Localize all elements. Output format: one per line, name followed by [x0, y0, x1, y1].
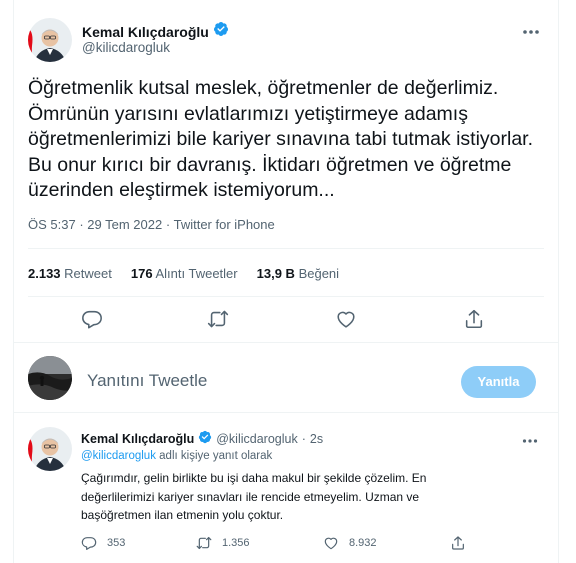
- reply-button[interactable]: Yanıtla: [461, 366, 536, 398]
- reply-age[interactable]: 2s: [310, 432, 323, 446]
- retweet-icon[interactable]: [207, 308, 229, 330]
- divider: [28, 296, 544, 297]
- author-name[interactable]: Kemal Kılıçdaroğlu: [82, 24, 209, 40]
- meta-separator: ·: [79, 217, 84, 232]
- like-label: Beğeni: [298, 266, 340, 281]
- reply-share-action[interactable]: [450, 535, 476, 551]
- author-avatar[interactable]: [28, 18, 72, 62]
- reply-retweet-count: 1.356: [222, 537, 250, 549]
- reply-author-row: Kemal Kılıçdaroğlu @kilicdarogluk · 2s: [81, 430, 323, 447]
- tweet-meta: ÖS 5:37 · 29 Tem 2022 · Twitter for iPho…: [28, 217, 275, 232]
- reply-author-handle[interactable]: @kilicdarogluk: [216, 432, 297, 446]
- divider: [28, 248, 544, 249]
- share-icon[interactable]: [463, 308, 485, 330]
- like-count: 13,9 B: [256, 266, 295, 281]
- reply-like-action[interactable]: 8.932: [323, 535, 377, 551]
- verified-badge-icon: [198, 430, 212, 447]
- reply-author-avatar[interactable]: [28, 427, 72, 471]
- reply-icon[interactable]: [81, 308, 103, 330]
- quote-label: Alıntı Tweetler: [155, 266, 238, 281]
- quote-count: 176: [130, 266, 153, 281]
- replying-to: @kilicdarogluk adlı kişiye yanıt olarak: [81, 450, 272, 462]
- reply-like-count: 8.932: [349, 537, 377, 549]
- tweet-time[interactable]: ÖS 5:37: [28, 217, 76, 232]
- reply-input[interactable]: Yanıtını Tweetle: [87, 371, 207, 391]
- divider: [14, 412, 558, 413]
- reply-retweet-action[interactable]: 1.356: [196, 535, 250, 551]
- replying-to-suffix: adlı kişiye yanıt olarak: [155, 450, 273, 462]
- retweet-count: 2.133: [28, 266, 61, 281]
- reply-more-icon[interactable]: [522, 431, 538, 447]
- reply-text: Çağırımdır, gelin birlikte bu işi daha m…: [81, 471, 427, 522]
- tweet-stats: 2.133 Retweet 176 Alıntı Tweetler 13,9 B…: [28, 266, 358, 281]
- divider: [14, 342, 558, 343]
- author-handle[interactable]: @kilicdarogluk: [82, 40, 170, 55]
- like-icon[interactable]: [335, 308, 357, 330]
- reply-separator: ·: [301, 431, 306, 446]
- reply-reply-count: 353: [107, 537, 126, 549]
- retweet-label: Retweet: [64, 266, 112, 281]
- meta-separator: ·: [165, 217, 171, 232]
- like-count-link[interactable]: 13,9 B Beğeni: [257, 266, 339, 281]
- replying-to-handle[interactable]: @kilicdarogluk: [81, 450, 156, 462]
- current-user-avatar[interactable]: [28, 356, 72, 400]
- more-icon[interactable]: [522, 22, 540, 38]
- tweet-text: Öğretmenlik kutsal meslek, öğretmenler d…: [28, 77, 534, 201]
- tweet-source[interactable]: Twitter for iPhone: [174, 217, 275, 232]
- tweet-date[interactable]: 29 Tem 2022: [87, 217, 162, 232]
- retweet-count-link[interactable]: 2.133 Retweet: [28, 266, 112, 281]
- author-name-row[interactable]: Kemal Kılıçdaroğlu: [82, 21, 229, 42]
- reply-author-name[interactable]: Kemal Kılıçdaroğlu: [81, 432, 194, 446]
- quote-count-link[interactable]: 176 Alıntı Tweetler: [131, 266, 238, 281]
- verified-badge-icon: [213, 21, 229, 42]
- reply-reply-action[interactable]: 353: [81, 535, 125, 551]
